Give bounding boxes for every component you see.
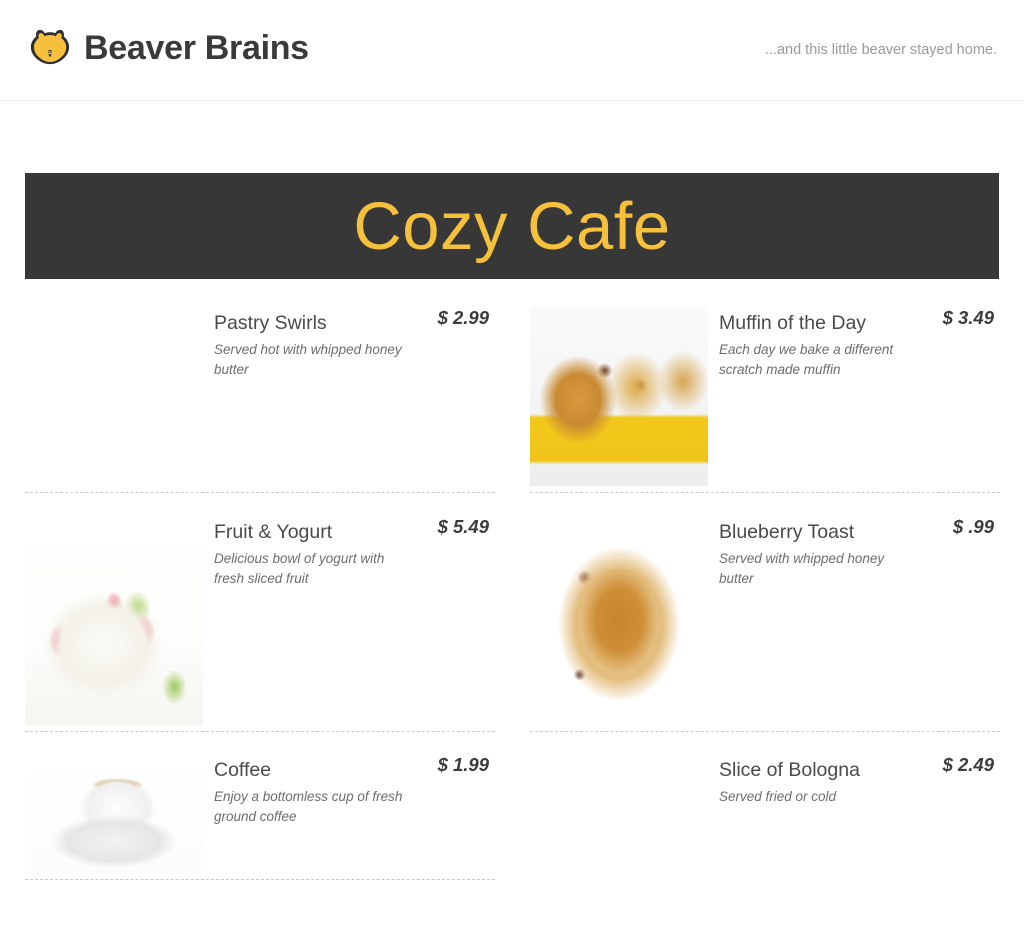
item-thumbnail	[530, 515, 708, 725]
item-price: $ 3.49	[942, 307, 994, 328]
item-thumbnail	[25, 306, 203, 486]
menu-item[interactable]: Muffin of the Day Each day we bake a dif…	[530, 306, 1000, 493]
item-thumbnail	[25, 753, 203, 873]
item-description: Enjoy a bottomless cup of fresh ground c…	[214, 789, 403, 824]
menu-column-left: Pastry Swirls Served hot with whipped ho…	[25, 306, 495, 880]
menu-item[interactable]: Fruit & Yogurt Delicious bowl of yogurt …	[25, 515, 495, 732]
item-price: $ 1.99	[437, 754, 489, 775]
item-description: Delicious bowl of yogurt with fresh slic…	[214, 551, 385, 586]
pastry-swirls-photo	[25, 306, 203, 486]
blueberry-toast-photo	[530, 515, 708, 725]
fruit-yogurt-photo	[25, 515, 203, 725]
item-thumbnail	[25, 515, 203, 725]
muffin-photo	[530, 306, 708, 486]
menu-banner: Cozy Cafe	[25, 173, 999, 279]
item-description: Each day we bake a different scratch mad…	[719, 342, 894, 377]
item-price: $ 5.49	[437, 516, 489, 537]
menu-column-right: Muffin of the Day Each day we bake a dif…	[530, 306, 1000, 948]
header-tagline: ...and this little beaver stayed home.	[764, 42, 997, 58]
item-thumbnail	[530, 753, 708, 948]
item-thumbnail	[530, 306, 708, 486]
item-price: $ .99	[952, 516, 994, 537]
site-header: Beaver Brains ...and this little beaver …	[0, 0, 1024, 101]
item-description: Served fried or cold	[719, 789, 837, 805]
bologna-slice-photo	[530, 753, 708, 948]
item-description: Served with whipped honey butter	[719, 551, 885, 586]
brand-logo[interactable]: Beaver Brains	[27, 25, 309, 71]
item-price: $ 2.99	[437, 307, 489, 328]
menu-item[interactable]: Blueberry Toast Served with whipped hone…	[530, 515, 1000, 732]
beaver-head-icon	[27, 25, 73, 71]
brand-name: Beaver Brains	[84, 29, 309, 67]
menu-title: Cozy Cafe	[353, 188, 671, 264]
menu-item[interactable]: Coffee Enjoy a bottomless cup of fresh g…	[25, 753, 495, 880]
item-price: $ 2.49	[942, 754, 994, 775]
coffee-cup-photo	[25, 753, 203, 873]
menu-item[interactable]: Slice of Bologna Served fried or cold $ …	[530, 753, 1000, 948]
menu-item[interactable]: Pastry Swirls Served hot with whipped ho…	[25, 306, 495, 493]
item-description: Served hot with whipped honey butter	[214, 342, 402, 377]
